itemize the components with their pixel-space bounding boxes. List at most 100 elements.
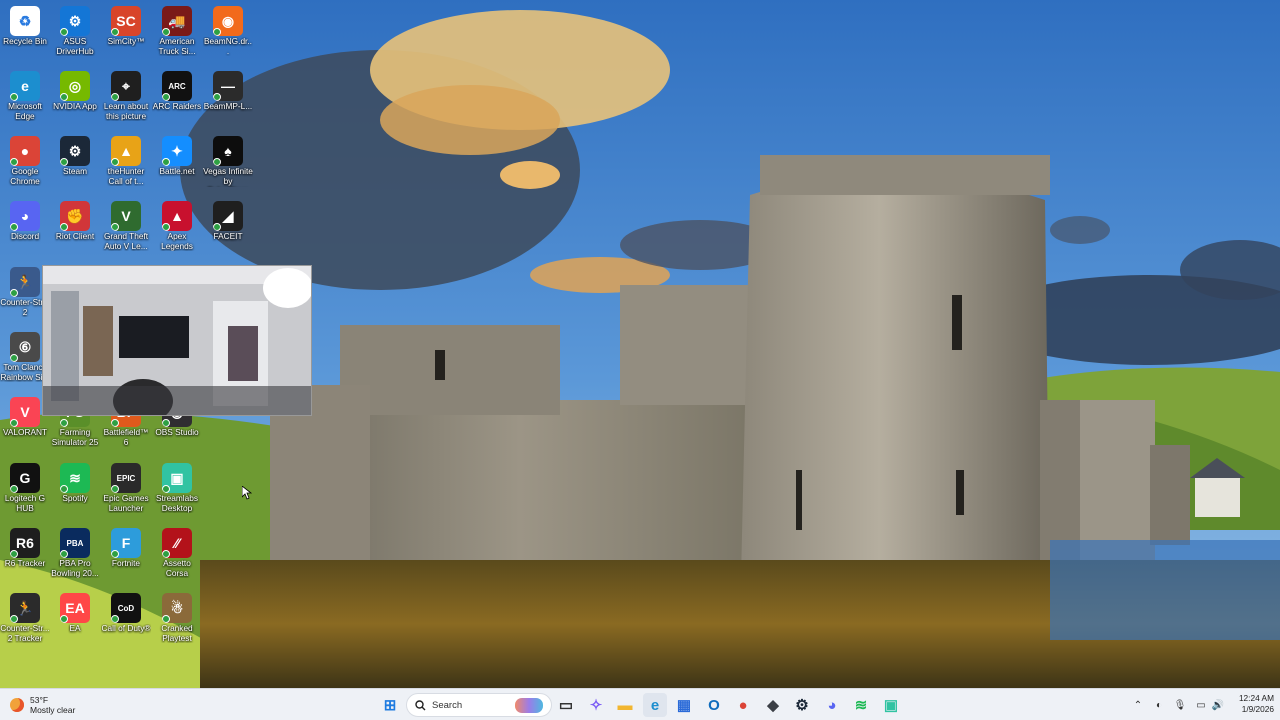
streamlabs-taskbar-icon: ▣ xyxy=(883,697,899,714)
american-truck-simulator-icon: 🚚 xyxy=(162,6,192,36)
desktop-icon-streamlabs-desktop[interactable]: ▣ Streamlabs Desktop xyxy=(152,460,202,524)
desktop-icon-microsoft-edge[interactable]: e Microsoft Edge xyxy=(0,68,50,132)
discord-taskbar-button[interactable]: ◕ xyxy=(820,693,844,717)
rainbow-six-siege-icon: ⑥ xyxy=(10,332,40,362)
desktop-icon-r6-tracker[interactable]: R6 R6 Tracker xyxy=(0,525,50,589)
desktop-icon-simcity[interactable]: SC SimCity™ xyxy=(101,3,151,67)
pba-pro-bowling-icon: PBA xyxy=(60,528,90,558)
desktop-icon-riot-client[interactable]: ✊ Riot Client xyxy=(50,198,100,262)
desktop-icon-spotify[interactable]: ≋ Spotify xyxy=(50,460,100,524)
spotify-taskbar-icon: ≋ xyxy=(854,697,868,714)
sync-status-icon xyxy=(213,158,221,166)
american-truck-simulator-icon-glyph: 🚚 xyxy=(168,12,186,29)
desktop-icon-logitech-g-hub[interactable]: G Logitech G HUB xyxy=(0,460,50,524)
desktop-icon-label: Cranked Playtest xyxy=(161,624,193,643)
desktop-icon-arc-raiders[interactable]: ARC ARC Raiders xyxy=(152,68,202,132)
steam-taskbar-button[interactable]: ⚙ xyxy=(790,693,814,717)
cranked-playtest-icon-glyph: ☃ xyxy=(170,599,184,616)
outlook-button[interactable]: O xyxy=(702,693,726,717)
desktop-icon-american-truck-simulator[interactable]: 🚚 American Truck Si... xyxy=(152,3,202,67)
desktop-icon-ea[interactable]: EA EA xyxy=(50,590,100,654)
desktop-icon-steam[interactable]: ⚙ Steam xyxy=(50,133,100,197)
desktop-icon-label: Google Chrome xyxy=(10,167,40,186)
desktop-icon-gta-v[interactable]: V Grand Theft Auto V Le... xyxy=(101,198,151,262)
desktop-icon-thehunter[interactable]: ▲ theHunter Call of t... xyxy=(101,133,151,197)
chrome-taskbar-button[interactable]: ● xyxy=(731,693,755,717)
desktop-icon-learn-about-picture[interactable]: ⌖ Learn about this picture xyxy=(101,68,151,132)
app-cube-icon: ◆ xyxy=(767,697,779,714)
steam-taskbar-icon: ⚙ xyxy=(795,697,809,714)
desktop-icon-assetto-corsa[interactable]: ⁄⁄ Assetto Corsa xyxy=(152,525,202,589)
apex-legends-icon-glyph: ▲ xyxy=(170,208,184,224)
desktop-icon-beammp-launcher[interactable]: — BeamMP-L... xyxy=(203,68,253,132)
discord-taskbar-icon: ◕ xyxy=(827,696,837,714)
desktop-icon-google-chrome[interactable]: ● Google Chrome xyxy=(0,133,50,197)
weather-widget[interactable]: 53°F Mostly clear xyxy=(10,693,75,717)
start-icon: ⊞ xyxy=(383,697,397,714)
desktop-icon-fortnite[interactable]: F Fortnite xyxy=(101,525,151,589)
taskbar-search-box[interactable]: Search xyxy=(406,693,552,717)
app-cube-button[interactable]: ◆ xyxy=(761,693,785,717)
desktop-icon-label: Recycle Bin xyxy=(3,37,47,46)
desktop-icon-asus-driverhub[interactable]: ⚙ ASUS DriverHub xyxy=(50,3,100,67)
desktop-icon-label: Farming Simulator 25 xyxy=(51,428,99,447)
desktop-icon-beamng[interactable]: ◉ BeamNG.dr... xyxy=(203,3,253,67)
steam-icon: ⚙ xyxy=(60,136,90,166)
tray-volume-icon[interactable]: 🔊 xyxy=(1210,697,1226,713)
learn-about-picture-icon-glyph: ⌖ xyxy=(122,77,130,94)
start-button[interactable]: ⊞ xyxy=(378,693,402,717)
sync-status-icon xyxy=(60,93,68,101)
desktop-icon-nvidia-app[interactable]: ◎ NVIDIA App xyxy=(50,68,100,132)
desktop-icon-pba-pro-bowling[interactable]: PBA PBA Pro Bowling 20... xyxy=(50,525,100,589)
sync-status-icon xyxy=(10,485,18,493)
tray-microphone-icon[interactable]: 🎙 xyxy=(1172,697,1188,713)
desktop-icon-discord[interactable]: ◕ Discord xyxy=(0,198,50,262)
spotify-icon: ≋ xyxy=(60,463,90,493)
apex-legends-icon: ▲ xyxy=(162,201,192,231)
sync-status-icon xyxy=(162,485,170,493)
faceit-icon: ◢ xyxy=(213,201,243,231)
ea-icon: EA xyxy=(60,593,90,623)
store-button[interactable]: ▦ xyxy=(672,693,696,717)
desktop-icon-faceit[interactable]: ◢ FACEIT xyxy=(203,198,253,262)
clock-time: 12:24 AM xyxy=(1238,693,1274,703)
desktop-icon-counter-strike-2-tracker[interactable]: 🏃 Counter-Str... 2 Tracker xyxy=(0,590,50,654)
gta-v-icon-glyph: V xyxy=(121,208,131,224)
copilot-button[interactable]: ✧ xyxy=(584,693,608,717)
tray-security-icon[interactable]: ◐ xyxy=(1151,697,1167,713)
weather-condition: Mostly clear xyxy=(30,705,76,715)
desktop-icon-cranked-playtest[interactable]: ☃ Cranked Playtest xyxy=(152,590,202,654)
desktop-icon-label: Apex Legends xyxy=(161,232,193,251)
google-chrome-icon-glyph: ● xyxy=(20,143,30,159)
logitech-g-hub-icon-glyph: G xyxy=(19,470,31,486)
taskbar-clock[interactable]: 12:24 AM 1/9/2026 xyxy=(1228,693,1274,715)
sync-status-icon xyxy=(60,158,68,166)
file-explorer-button[interactable]: ▬ xyxy=(613,693,637,717)
desktop-icon-battle-net[interactable]: ✦ Battle.net xyxy=(152,133,202,197)
sync-status-icon xyxy=(10,158,18,166)
beamng-icon-glyph: ◉ xyxy=(221,12,235,29)
learn-about-picture-icon: ⌖ xyxy=(111,71,141,101)
call-of-duty-icon-glyph: CoD xyxy=(117,603,135,613)
desktop-icon-call-of-duty[interactable]: CoD Call of Duty® xyxy=(101,590,151,654)
desktop-icon-label: Fortnite xyxy=(111,559,141,568)
weather-temperature: 53°F xyxy=(30,695,49,705)
desktop-icon-epic-games-launcher[interactable]: EPIC Epic Games Launcher xyxy=(101,460,151,524)
task-view-button[interactable]: ▭ xyxy=(554,693,578,717)
streamlabs-taskbar-button[interactable]: ▣ xyxy=(879,693,903,717)
tray-network-icon[interactable]: ▭ xyxy=(1193,697,1209,713)
webcam-preview-overlay[interactable] xyxy=(42,265,312,416)
assetto-corsa-icon-glyph: ⁄⁄ xyxy=(174,535,180,551)
desktop-icon-label: OBS Studio xyxy=(155,428,199,437)
tray-overflow-icon[interactable]: ⌃ xyxy=(1130,697,1146,713)
desktop-icon-label: Epic Games Launcher xyxy=(103,494,149,513)
desktop-icon-apex-legends[interactable]: ▲ Apex Legends xyxy=(152,198,202,262)
desktop-icon-label: Counter-Str... 2 Tracker xyxy=(0,624,50,643)
desktop-icon-vegas-infinite[interactable]: ♠ Vegas Infinite by PokerStars xyxy=(203,133,253,197)
assetto-corsa-icon: ⁄⁄ xyxy=(162,528,192,558)
fortnite-icon: F xyxy=(111,528,141,558)
spotify-taskbar-button[interactable]: ≋ xyxy=(849,693,873,717)
edge-taskbar-button[interactable]: e xyxy=(643,693,667,717)
desktop-icon-recycle-bin[interactable]: ♻ Recycle Bin xyxy=(0,3,50,67)
vegas-infinite-icon: ♠ xyxy=(213,136,243,166)
